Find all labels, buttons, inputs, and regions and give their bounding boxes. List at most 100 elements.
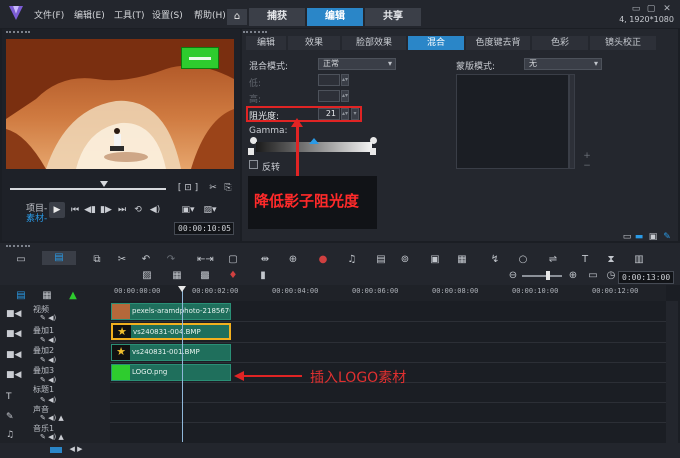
track-manager-icon[interactable]: ▤ <box>14 290 28 301</box>
opacity-dropdown[interactable]: ▾ <box>351 108 359 120</box>
zoom-slider-thumb[interactable] <box>546 271 550 280</box>
gamma-high-stop[interactable] <box>370 148 376 155</box>
storyboard-view-icon[interactable]: ▭ <box>14 254 28 265</box>
invert-checkbox[interactable] <box>249 160 258 169</box>
snapshot2-icon[interactable]: ▩ <box>198 270 212 281</box>
mask-mode-select[interactable]: 无 <box>524 58 602 70</box>
multicam-icon[interactable]: ▦ <box>455 254 469 265</box>
menu-file[interactable]: 文件(F) <box>34 8 64 21</box>
mode-clip[interactable]: 素材- <box>26 211 47 224</box>
timecode-display[interactable]: 00:00:10:05 <box>174 222 234 235</box>
subtitle-icon[interactable]: ▤ <box>374 254 388 265</box>
subtab-face-effect[interactable]: 脸部效果 <box>342 36 406 50</box>
chapter-icon[interactable]: ▥ <box>632 254 646 265</box>
panel-edit-icon[interactable]: ✎ <box>662 232 672 242</box>
track-controls-overlay1[interactable]: ✎ ◀) <box>40 336 56 344</box>
tab-capture[interactable]: 捕获 <box>249 8 305 26</box>
text-icon[interactable]: T <box>578 254 592 265</box>
ripple-edit-icon[interactable]: ▲ <box>66 290 80 301</box>
tools-icon[interactable]: ✂ <box>115 254 129 265</box>
ripple-icon[interactable]: ⇌ <box>546 254 560 265</box>
audio-icon[interactable]: ♫ <box>345 254 359 265</box>
fit-project-icon[interactable]: ▭ <box>586 270 600 281</box>
fit-icon[interactable]: ⇤⇥ <box>197 254 214 265</box>
gamma-mid-handle[interactable] <box>309 138 319 144</box>
scrub-handle[interactable] <box>100 181 108 187</box>
home-icon[interactable]: ⌂ <box>227 9 247 25</box>
panel-view-icon[interactable]: ▭ <box>622 232 632 242</box>
minimize-icon[interactable]: ▭ <box>630 4 642 14</box>
subtab-edit[interactable]: 编辑 <box>246 36 286 50</box>
close-icon[interactable]: ✕ <box>661 4 673 14</box>
record-icon[interactable]: ● <box>316 254 330 265</box>
volume-icon[interactable]: ◀) <box>148 205 162 215</box>
panel-fit-icon[interactable]: ▣ <box>648 232 658 242</box>
menu-settings[interactable]: 设置(S) <box>152 8 183 21</box>
add-track-icon[interactable]: ▦ <box>40 290 54 301</box>
hscroll-thumb[interactable] <box>50 447 62 453</box>
playhead-handle[interactable] <box>178 286 186 292</box>
mask-list-scrollbar[interactable] <box>569 74 575 169</box>
opacity-spinner[interactable]: ▴▾ <box>341 108 349 120</box>
track-controls-title1[interactable]: ✎ ◀) <box>40 396 56 404</box>
mix-icon[interactable]: ⊚ <box>398 254 412 265</box>
redo-icon[interactable]: ↷ <box>164 254 178 265</box>
play-button[interactable]: ▶ <box>49 202 65 218</box>
split-clip-icon[interactable]: ✂ <box>207 183 219 193</box>
prev-frame-icon[interactable]: ◀▮ <box>84 205 96 215</box>
zoom-slider[interactable] <box>522 275 562 277</box>
menu-edit[interactable]: 编辑(E) <box>74 8 105 21</box>
copy-icon[interactable]: ⧉ <box>90 254 104 265</box>
zoom-out-icon[interactable]: ⊖ <box>506 270 520 281</box>
logo-overlay[interactable] <box>181 47 219 69</box>
track-controls-voice[interactable]: ✎ ◀) ▲ <box>40 414 64 422</box>
tab-share[interactable]: 共享 <box>365 8 421 26</box>
subtab-lens-correction[interactable]: 镜头校正 <box>590 36 656 50</box>
enlarge-icon[interactable]: ▨▾ <box>202 205 218 215</box>
crop-icon[interactable]: ▢ <box>226 254 240 265</box>
voiceover-icon[interactable]: ♦ <box>226 270 240 281</box>
repeat-icon[interactable]: ⟲ <box>132 205 144 215</box>
motion-icon[interactable]: ⊕ <box>286 254 300 265</box>
menu-help[interactable]: 帮助(H) <box>194 8 226 21</box>
menu-tools[interactable]: 工具(T) <box>114 8 145 21</box>
trim-markers-icon[interactable]: [ ⊡ ] <box>172 183 204 193</box>
playhead[interactable] <box>182 288 183 442</box>
subtab-effect[interactable]: 效果 <box>288 36 340 50</box>
mask-icon[interactable]: ○ <box>516 254 530 265</box>
end-icon[interactable]: ⏭ <box>116 205 128 215</box>
subtab-color[interactable]: 色彩 <box>532 36 588 50</box>
clip-logo[interactable]: LOGO.png <box>111 364 231 381</box>
undo-icon[interactable]: ↶ <box>139 254 153 265</box>
overlay-icon[interactable]: ▨ <box>140 270 154 281</box>
timeline-vscroll[interactable] <box>666 301 678 443</box>
maximize-icon[interactable]: ▢ <box>645 4 657 14</box>
timeline-view-icon[interactable]: ▤ <box>42 251 76 265</box>
tab-edit[interactable]: 编辑 <box>307 8 363 26</box>
zoom-in-icon[interactable]: ⊕ <box>566 270 580 281</box>
opacity-input[interactable]: 21 <box>318 108 340 120</box>
title-icon[interactable]: ▣ <box>428 254 442 265</box>
track-controls-overlay3[interactable]: ✎ ◀) <box>40 376 56 384</box>
grid-icon[interactable]: ▦ <box>170 270 184 281</box>
volume-mixer-icon[interactable]: ▮ <box>256 270 270 281</box>
mask-list[interactable] <box>456 74 569 169</box>
subtab-chroma-key[interactable]: 色度键去背 <box>466 36 530 50</box>
panel-view2-icon[interactable]: ▬ <box>634 232 644 242</box>
add-mask-icon[interactable]: + <box>582 151 592 161</box>
track-controls-video[interactable]: ✎ ◀) <box>40 314 56 322</box>
next-frame-icon[interactable]: ▮▶ <box>100 205 112 215</box>
scroll-arrows-icon[interactable]: ◀ ▶ <box>66 445 86 453</box>
scrub-bar[interactable] <box>10 188 166 190</box>
subtab-blend[interactable]: 混合 <box>408 36 464 50</box>
motion-track-icon[interactable]: ↯ <box>488 254 502 265</box>
speed-icon[interactable]: ⧗ <box>604 254 618 265</box>
clip-overlay2[interactable]: ★ vs240831-001.BMP <box>111 344 231 361</box>
split-icon[interactable]: ⇹ <box>258 254 272 265</box>
gamma-low-stop[interactable] <box>248 148 254 155</box>
remove-mask-icon[interactable]: − <box>582 161 592 171</box>
snapshot-icon[interactable]: ⎘ <box>222 183 234 193</box>
home-start-icon[interactable]: ⏮ <box>69 205 81 215</box>
track-controls-music1[interactable]: ✎ ◀) ▲ <box>40 433 64 441</box>
clip-background[interactable]: pexels-aramdphoto-21856708.jpg <box>111 303 231 320</box>
